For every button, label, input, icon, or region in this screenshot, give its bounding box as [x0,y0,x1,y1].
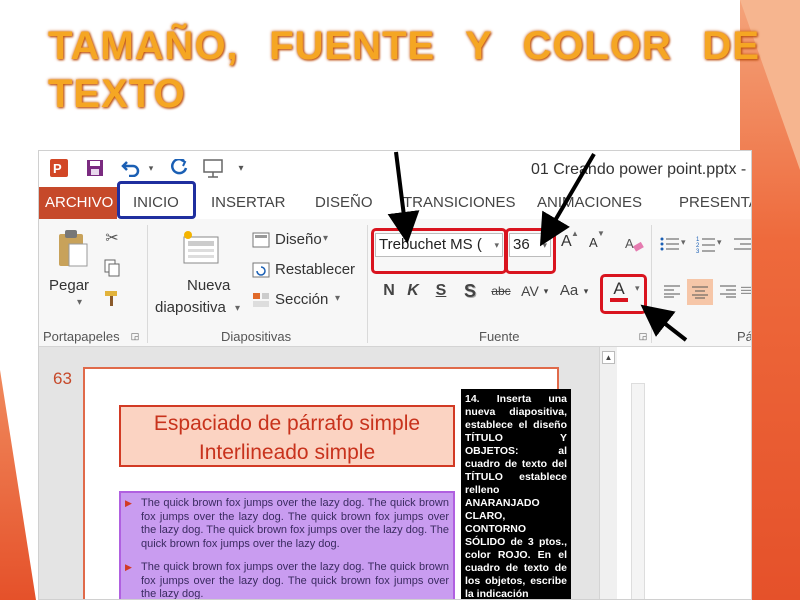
align-left-icon[interactable] [661,279,683,303]
start-presentation-icon[interactable] [201,157,225,179]
bullets-dropdown-icon[interactable]: ▾ [681,237,686,248]
numbering-icon[interactable]: 123 [695,233,717,255]
customize-toolbar-icon[interactable]: ▾ [229,157,253,179]
copy-icon[interactable] [101,257,123,279]
character-spacing-button[interactable]: AV [519,279,541,303]
group-label-portapapeles: Portapapeles [43,329,120,344]
slide-workspace: 63 Espaciado de párrafo simple Interline… [39,347,751,599]
italic-button[interactable]: K [405,279,421,303]
cut-icon[interactable]: ✂ [101,227,123,249]
clear-formatting-icon[interactable]: A [623,233,645,255]
vertical-ruler [631,383,645,599]
tab-presentacion[interactable]: PRESENTA [673,187,751,219]
group-separator [651,225,652,343]
numbering-dropdown-icon[interactable]: ▾ [717,237,722,248]
slide-decoration-left [0,370,36,600]
grow-font-caret-icon: ▲ [571,229,579,238]
reset-icon[interactable] [251,261,271,279]
font-launcher-icon[interactable]: ◲ [637,329,649,343]
reset-button[interactable]: Restablecer [275,261,355,278]
group-label-fuente: Fuente [479,329,520,344]
shadow-button[interactable]: S [461,279,479,303]
svg-text:3: 3 [696,249,700,253]
tab-animaciones[interactable]: ANIMACIONES [531,187,648,219]
tab-diseno[interactable]: DISEÑO [309,187,379,219]
slide-title-placeholder[interactable]: Espaciado de párrafo simple Interlineado… [119,405,455,467]
slide-content-placeholder[interactable]: The quick brown fox jumps over the lazy … [119,491,455,599]
group-separator [147,225,148,343]
align-right-icon[interactable] [717,279,739,303]
bold-button[interactable]: N [381,279,397,303]
change-case-dropdown-icon[interactable]: ▾ [581,279,591,303]
slide-canvas[interactable]: Espaciado de párrafo simple Interlineado… [83,367,571,599]
layout-dropdown-icon[interactable]: ▾ [323,233,328,244]
section-icon[interactable] [251,291,271,309]
scroll-up-icon[interactable]: ▲ [602,351,615,364]
instruction-note: 14. Inserta una nueva diapositiva, estab… [461,389,571,599]
redo-icon[interactable] [167,157,191,179]
tab-insertar[interactable]: INSERTAR [205,187,291,219]
right-pane [617,347,751,599]
shrink-font-caret-icon: ▼ [597,229,605,238]
tab-transiciones[interactable]: TRANSICIONES [397,187,522,219]
underline-button[interactable]: S [433,279,449,303]
layout-button[interactable]: Diseño [275,231,322,248]
highlight-font-color [600,274,647,314]
vertical-scrollbar[interactable]: ▲ [599,347,617,599]
slide-title-line2: Interlineado simple [198,441,376,464]
highlight-inicio-tab [117,181,196,219]
strikethrough-button[interactable]: abc [487,279,515,303]
slide-number: 63 [53,369,72,388]
content-paragraph: The quick brown fox jumps over the lazy … [125,497,449,551]
clipboard-launcher-icon[interactable]: ◲ [129,329,141,343]
paste-icon[interactable] [53,227,93,271]
group-label-diapositivas: Diapositivas [221,329,292,344]
paste-button[interactable]: Pegar [49,277,89,294]
section-button[interactable]: Sección [275,291,328,308]
new-slide-label-line1[interactable]: Nueva [187,277,230,294]
content-paragraph: The quick brown fox jumps over the lazy … [125,561,449,599]
justify-icon[interactable] [741,279,751,303]
tab-archivo[interactable]: ARCHIVO [39,187,117,219]
character-spacing-dropdown-icon[interactable]: ▾ [541,279,551,303]
new-slide-dropdown-icon[interactable]: ▾ [235,303,240,314]
layout-icon[interactable] [251,231,271,249]
change-case-button[interactable]: Aa [557,279,581,303]
slide-title: TAMAÑO, FUENTE Y COLOR DE TEXTO [48,24,760,116]
section-dropdown-icon[interactable]: ▾ [335,293,340,304]
slide-title-line1: Espaciado de párrafo simple [153,412,421,435]
bullets-icon[interactable] [659,233,681,255]
undo-dropdown-icon[interactable]: ▾ [139,157,163,179]
group-separator [367,225,368,343]
align-center-icon[interactable] [687,279,713,305]
group-label-parrafo: Pá [737,329,752,344]
powerpoint-logo-icon: P [47,157,71,179]
new-slide-icon[interactable] [179,227,223,267]
new-slide-label-line2[interactable]: diapositiva [155,299,226,316]
document-title: 01 Creando power point.pptx - [531,161,747,178]
decrease-indent-icon[interactable] [733,233,751,255]
highlight-font-size [505,228,556,274]
paste-dropdown-icon[interactable]: ▾ [77,297,82,308]
format-painter-icon[interactable] [101,287,123,309]
svg-text:P: P [53,161,62,176]
highlight-font-name [371,228,507,274]
svg-text:A: A [625,236,634,251]
save-icon[interactable] [83,157,107,179]
